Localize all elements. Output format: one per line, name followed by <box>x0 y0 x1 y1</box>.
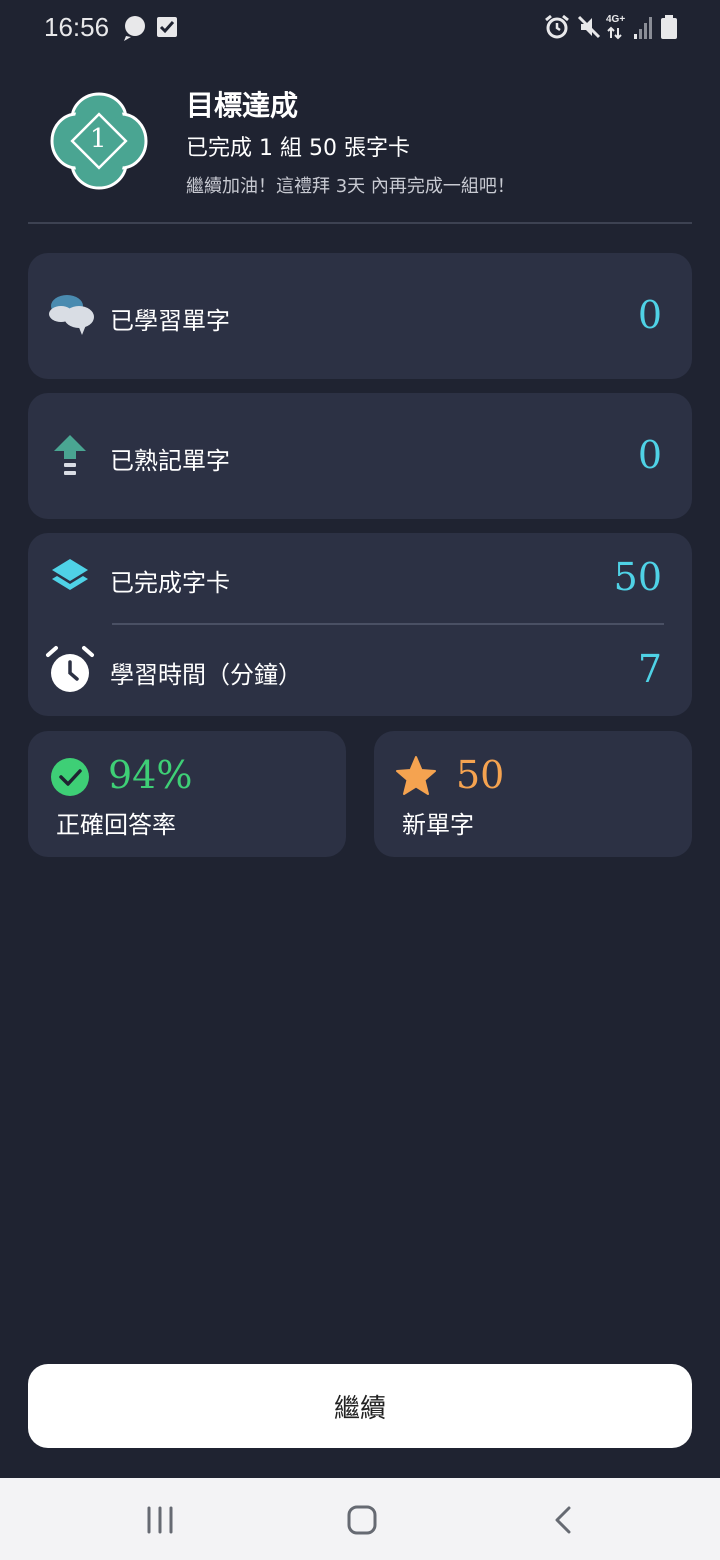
new-words-label: 新單字 <box>402 811 474 839</box>
cards-time-card: 已完成字卡 50 學習時間（分鐘） 7 <box>28 533 692 716</box>
accuracy-label: 正確回答率 <box>56 811 176 839</box>
mastered-words-card: 已熟記單字 0 <box>28 393 692 519</box>
new-words-card: 50 新單字 <box>374 731 692 857</box>
new-words-value: 50 <box>456 753 505 797</box>
star-icon <box>396 756 436 795</box>
check-circle-icon <box>51 758 89 796</box>
signal-icon <box>634 17 652 39</box>
goal-encouragement: 繼續加油！這禮拜 3天 內再完成一組吧！ <box>186 176 515 197</box>
goal-summary: 已完成 1 組 50 張字卡 <box>186 136 410 161</box>
battery-icon <box>661 15 677 39</box>
study-time-label: 學習時間（分鐘） <box>110 661 302 689</box>
completed-cards-label: 已完成字卡 <box>110 569 230 597</box>
card-inner-divider <box>112 623 664 625</box>
home-icon[interactable] <box>342 1500 382 1540</box>
alarm-icon <box>545 14 569 39</box>
layers-icon <box>52 559 88 590</box>
brain-chat-icon <box>49 295 94 335</box>
alarm-clock-icon <box>46 646 94 692</box>
accuracy-value: 94% <box>108 753 193 797</box>
chat-bubble-icon <box>124 16 145 41</box>
learned-words-card: 已學習單字 0 <box>28 253 692 379</box>
learned-words-value: 0 <box>637 293 662 337</box>
back-icon[interactable] <box>544 1500 584 1540</box>
system-nav-bar <box>0 1478 720 1560</box>
header-divider <box>28 222 692 224</box>
status-bar: 16:56 4G+ <box>0 0 720 56</box>
mastered-words-value: 0 <box>637 433 662 477</box>
status-time: 16:56 <box>44 12 110 42</box>
learned-words-label: 已學習單字 <box>110 307 230 335</box>
network-4g-icon: 4G+ <box>604 14 630 40</box>
accuracy-card: 94% 正確回答率 <box>28 731 346 857</box>
checkbox-icon <box>157 17 177 37</box>
completed-cards-value: 50 <box>613 555 662 599</box>
recent-apps-icon[interactable] <box>140 1500 180 1540</box>
goal-title: 目標達成 <box>186 89 299 122</box>
goal-badge-number: 1 <box>90 124 107 154</box>
mute-icon <box>577 15 601 39</box>
arrow-up-icon <box>54 435 86 475</box>
mastered-words-label: 已熟記單字 <box>110 447 230 475</box>
continue-button[interactable]: 繼續 <box>28 1364 692 1448</box>
study-time-value: 7 <box>637 647 662 691</box>
